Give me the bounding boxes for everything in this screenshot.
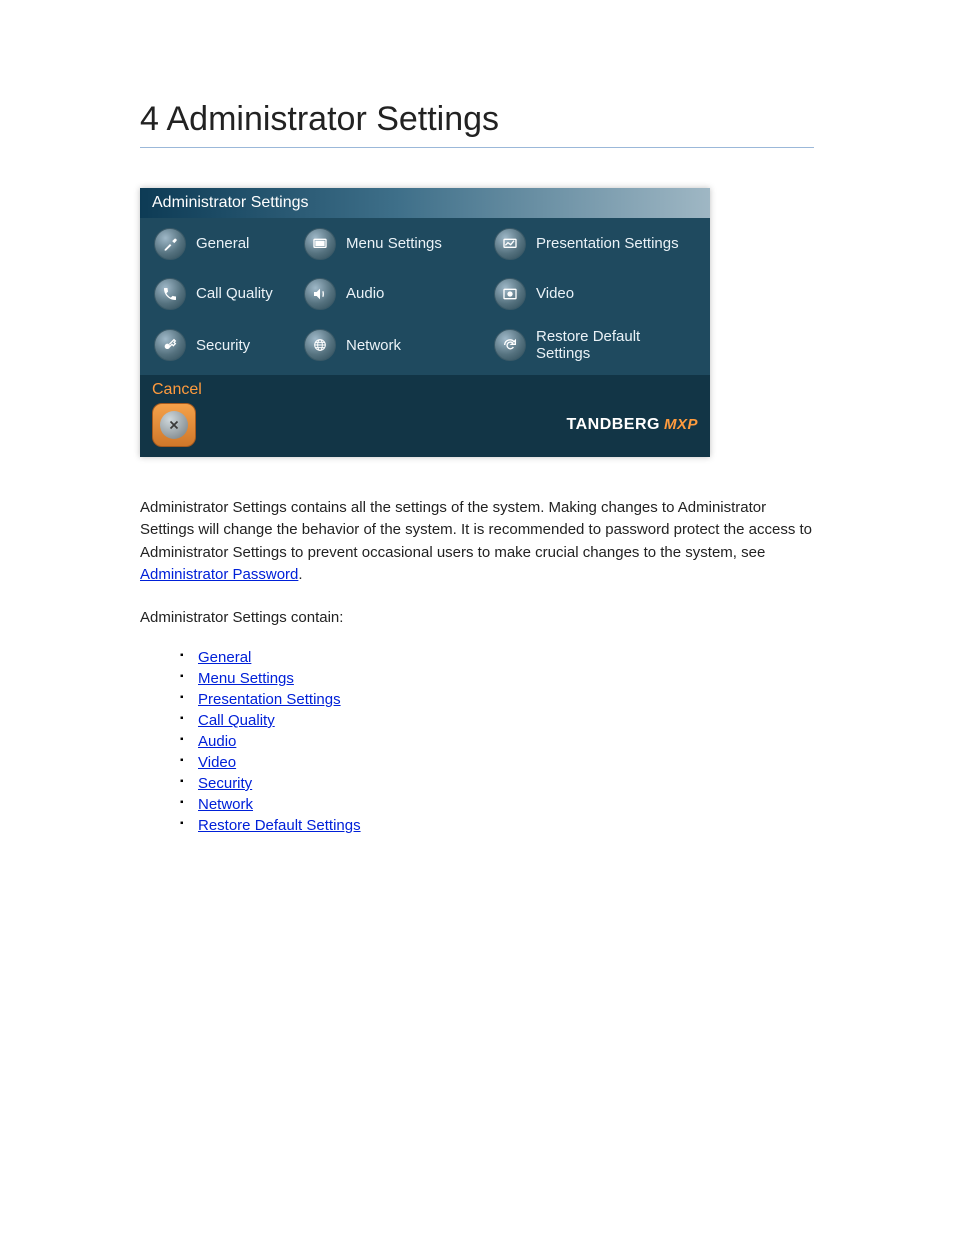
list-item: Call Quality	[180, 712, 814, 729]
list-item: Network	[180, 796, 814, 813]
monitor-icon	[304, 228, 336, 260]
menu-item-label: Security	[196, 337, 250, 354]
menu-item-label: Menu Settings	[346, 235, 442, 252]
menu-item-call-quality[interactable]: Call Quality	[154, 278, 304, 310]
menu-item-label: Video	[536, 285, 574, 302]
menu-item-security[interactable]: Security	[154, 328, 304, 363]
list-item: Presentation Settings	[180, 691, 814, 708]
panel-footer: Cancel TANDBERG MXP	[140, 375, 710, 457]
admin-password-link[interactable]: Administrator Password	[140, 566, 298, 583]
link-call-quality[interactable]: Call Quality	[198, 712, 275, 729]
settings-link-list: General Menu Settings Presentation Setti…	[180, 649, 814, 834]
cancel-label: Cancel	[152, 381, 698, 399]
intro-paragraph: Administrator Settings contains all the …	[140, 497, 814, 587]
menu-item-label: Call Quality	[196, 285, 273, 302]
menu-item-general[interactable]: General	[154, 228, 304, 260]
admin-settings-panel: Administrator Settings General Menu Sett…	[140, 188, 710, 457]
chart-icon	[494, 228, 526, 260]
phone-icon	[154, 278, 186, 310]
menu-item-presentation[interactable]: Presentation Settings	[494, 228, 694, 260]
heading-rule	[140, 147, 814, 148]
brand-main: TANDBERG	[567, 416, 660, 434]
list-item: General	[180, 649, 814, 666]
globe-icon	[304, 329, 336, 361]
menu-item-label: Presentation Settings	[536, 235, 679, 252]
close-icon	[160, 411, 188, 439]
menu-item-menu-settings[interactable]: Menu Settings	[304, 228, 494, 260]
refresh-icon	[494, 329, 526, 361]
menu-item-network[interactable]: Network	[304, 328, 494, 363]
menu-item-label: Restore Default Settings	[536, 328, 694, 363]
wrench-icon	[154, 228, 186, 260]
menu-item-label: Network	[346, 337, 401, 354]
video-icon	[494, 278, 526, 310]
list-item: Menu Settings	[180, 670, 814, 687]
link-audio[interactable]: Audio	[198, 733, 236, 750]
link-menu-settings[interactable]: Menu Settings	[198, 670, 294, 687]
speaker-icon	[304, 278, 336, 310]
list-item: Restore Default Settings	[180, 817, 814, 834]
menu-item-audio[interactable]: Audio	[304, 278, 494, 310]
menu-item-video[interactable]: Video	[494, 278, 694, 310]
list-item: Security	[180, 775, 814, 792]
key-icon	[154, 329, 186, 361]
intro-text-b: .	[298, 566, 302, 583]
link-network[interactable]: Network	[198, 796, 253, 813]
menu-item-label: Audio	[346, 285, 384, 302]
brand-sub: MXP	[664, 416, 698, 433]
link-security[interactable]: Security	[198, 775, 252, 792]
page-heading: 4 Administrator Settings	[140, 100, 814, 139]
link-presentation-settings[interactable]: Presentation Settings	[198, 691, 341, 708]
panel-title: Administrator Settings	[140, 188, 710, 218]
list-item: Audio	[180, 733, 814, 750]
link-restore-defaults[interactable]: Restore Default Settings	[198, 817, 361, 834]
list-intro: Administrator Settings contain:	[140, 607, 814, 630]
panel-body: General Menu Settings Presentation Setti…	[140, 218, 710, 375]
menu-item-restore-defaults[interactable]: Restore Default Settings	[494, 328, 694, 363]
menu-item-label: General	[196, 235, 249, 252]
brand-logo: TANDBERG MXP	[567, 416, 699, 434]
intro-text-a: Administrator Settings contains all the …	[140, 499, 812, 561]
list-item: Video	[180, 754, 814, 771]
link-video[interactable]: Video	[198, 754, 236, 771]
cancel-button[interactable]	[152, 403, 196, 447]
link-general[interactable]: General	[198, 649, 251, 666]
